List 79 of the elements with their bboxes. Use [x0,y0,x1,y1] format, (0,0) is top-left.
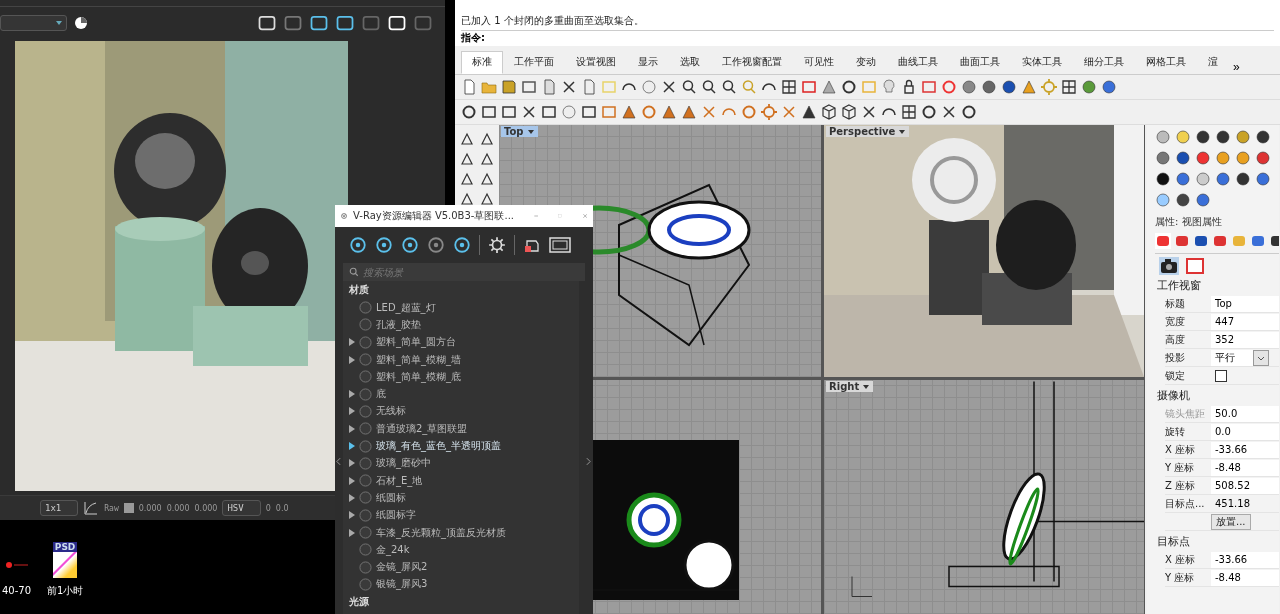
property-label: X 座标 [1165,552,1197,567]
zoom-dropdown[interactable]: 1x1 [40,500,79,516]
toolbar-tab[interactable]: 变动 [845,51,887,74]
material-name[interactable]: 塑料_简单_模糊_底 [376,369,461,384]
viewport-title[interactable]: Perspective [826,126,910,137]
reading-value: 0.0 [275,503,289,513]
property-field[interactable]: -8.48 [1211,459,1279,476]
property-label: 锁定 [1165,368,1186,383]
toolbar-tab[interactable]: 选取 [669,51,711,74]
toolbar-tab[interactable]: 曲线工具 [887,51,949,74]
material-name[interactable]: 塑料_简单_圆方台 [376,335,456,350]
material-name[interactable]: 金镜_屏风2 [376,560,428,575]
property-label: 目标点... [1165,496,1206,511]
property-field[interactable]: 0.0 [1211,423,1279,440]
toolbar-tab[interactable]: 网格工具 [1135,51,1197,74]
property-field[interactable]: -33.66 [1211,551,1279,568]
toolbar-tab[interactable]: 设置视图 [565,51,627,74]
property-label: 高度 [1165,332,1186,347]
toolbar-tab[interactable]: 曲面工具 [949,51,1011,74]
material-name[interactable]: 石材_E_地 [376,473,423,488]
pixel-value: 0.000 [138,503,162,513]
file-label[interactable]: 40-70 [2,584,32,597]
material-name[interactable]: 底 [376,387,386,402]
section-heading: 摄像机 [1157,388,1191,404]
panel-title: 属性: 视图属性 [1155,215,1223,229]
command-history: 已加入 1 个封闭的多重曲面至选取集合。 [461,14,645,28]
toolbar-tab[interactable]: 细分工具 [1073,51,1135,74]
command-field[interactable]: 指令: [461,30,1274,45]
viewport-title[interactable]: Top [501,126,538,137]
material-name[interactable]: 无线标 [376,404,406,419]
property-field[interactable]: 447 [1211,313,1279,330]
property-field[interactable]: 508.52 [1211,477,1279,494]
toolbar-tab[interactable]: 标准 [461,51,503,74]
property-field[interactable]: 352 [1211,331,1279,348]
property-label: 宽度 [1165,314,1186,329]
property-dropdown[interactable]: 平行 [1211,349,1253,366]
file-label[interactable]: 前1小时 [46,584,84,597]
material-name[interactable]: 金_24k [376,542,410,557]
property-label: Z 座标 [1165,478,1197,493]
channel-label: Raw [104,503,119,513]
property-label: 镜头焦距 [1165,406,1206,421]
property-value: 451.18 [1214,497,1251,511]
toolbar-tab[interactable]: 实体工具 [1011,51,1073,74]
material-name[interactable]: 玻璃_磨砂中 [376,456,431,471]
material-name[interactable]: 车漆_反光颗粒_顶盖反光材质 [376,525,506,540]
section-heading: 目标点 [1157,534,1191,550]
property-field[interactable]: -33.66 [1211,441,1279,458]
color-mode-dropdown[interactable]: HSV [222,500,261,516]
property-field[interactable]: -8.48 [1211,569,1279,586]
place-button[interactable]: 放置... [1211,513,1251,530]
property-field[interactable]: Top [1211,295,1279,312]
property-label: X 座标 [1165,442,1197,457]
toolbar-tab[interactable]: 工作视窗配置 [711,51,793,74]
pixel-value: 0.000 [194,503,218,513]
psd-file-icon[interactable]: PSD [53,542,78,578]
material-name[interactable]: 玻璃_有色_蓝色_半透明顶盖 [376,439,501,453]
property-label: 投影 [1165,350,1186,365]
toolbar-tab[interactable]: 显示 [627,51,669,74]
viewport-title[interactable]: Right [826,381,874,392]
property-label: 旋转 [1165,424,1186,439]
property-label: Y 座标 [1165,460,1196,475]
material-name[interactable]: 塑料_简单_模糊_墙 [376,352,461,367]
toolbar-tab[interactable]: 渲 [1197,51,1229,74]
property-label: Y 座标 [1165,570,1196,585]
property-label: 标题 [1165,296,1186,311]
section-heading: 工作视窗 [1157,278,1202,294]
material-name[interactable]: 纸圆标 [376,490,406,505]
section-heading: 光源 [349,595,370,610]
material-name[interactable]: 孔液_胶垫 [376,317,421,332]
section-heading: 材质 [349,283,370,297]
window-title: V-Ray资源编辑器 V5.0B3-草图联... [353,209,514,223]
material-name[interactable]: LED_超蓝_灯 [376,300,436,315]
toolbar-tab[interactable]: 工作平面 [503,51,565,74]
reading-value: 0 [265,503,271,513]
material-name[interactable]: 纸圆标字 [376,508,416,523]
toolbar-tab[interactable]: 可见性 [793,51,845,74]
material-name[interactable]: 银镜_屏风3 [376,577,428,592]
material-name[interactable]: 普通玻璃2_草图联盟 [376,421,468,436]
pixel-value: 0.000 [166,503,190,513]
